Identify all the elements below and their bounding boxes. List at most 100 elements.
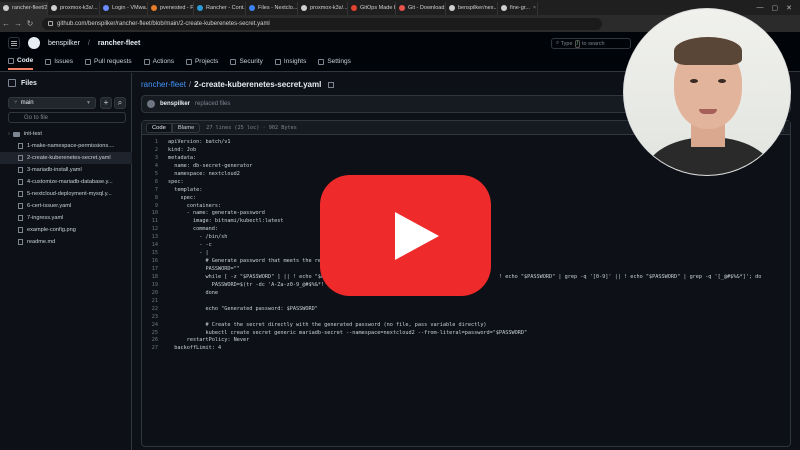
line-number[interactable]: 18 <box>142 274 168 282</box>
line-number[interactable]: 3 <box>142 155 168 163</box>
repo-owner-link[interactable]: benspilker <box>48 40 80 47</box>
commit-message[interactable]: replaced files <box>195 101 230 107</box>
file-icon <box>18 167 23 173</box>
line-number[interactable]: 7 <box>142 187 168 195</box>
browser-tab[interactable]: proxmox-k3s/...× <box>298 1 348 15</box>
line-number[interactable]: 5 <box>142 171 168 179</box>
tree-file[interactable]: 1-make-namespace-permissions.... <box>0 140 132 152</box>
tree-file[interactable]: 4-customize-mariadb-database.y... <box>0 176 132 188</box>
tab-pull-requests[interactable]: Pull requests <box>85 57 132 70</box>
line-number[interactable]: 26 <box>142 337 168 345</box>
line-text: spec: <box>168 194 197 201</box>
tree-file[interactable]: 5-nextcloud-deployment-mysql.y... <box>0 188 132 200</box>
copy-path-icon[interactable] <box>328 81 335 88</box>
browser-tab[interactable]: fine-gr... × <box>498 1 538 15</box>
browser-tab[interactable]: proxmox-k3s/...× <box>48 1 100 15</box>
line-number[interactable]: 4 <box>142 163 168 171</box>
line-number[interactable]: 19 <box>142 282 168 290</box>
tree-file[interactable]: 2-create-kuberenetes-secret.yaml <box>0 152 132 164</box>
tab-label: Pull requests <box>94 58 132 65</box>
line-number[interactable]: 22 <box>142 306 168 314</box>
line-number[interactable]: 25 <box>142 330 168 338</box>
tab-security[interactable]: Security <box>230 57 263 70</box>
presenter-hair <box>674 37 742 65</box>
tab-projects[interactable]: Projects <box>185 57 218 70</box>
tree-folder[interactable]: › init-test <box>0 128 132 140</box>
tree-item-label: readme.md <box>27 239 56 245</box>
tree-item-label: 5-nextcloud-deployment-mysql.y... <box>27 191 112 197</box>
line-number[interactable]: 24 <box>142 322 168 330</box>
avatar[interactable] <box>147 100 155 108</box>
line-number[interactable]: 8 <box>142 195 168 203</box>
line-number[interactable]: 11 <box>142 218 168 226</box>
line-number[interactable]: 23 <box>142 314 168 322</box>
line-number[interactable]: 9 <box>142 203 168 211</box>
play-icon <box>395 212 439 260</box>
forward-icon[interactable]: → <box>12 19 24 28</box>
back-icon[interactable]: ← <box>0 19 12 28</box>
video-play-button[interactable] <box>320 175 491 296</box>
line-number[interactable]: 20 <box>142 290 168 298</box>
tree-file[interactable]: example-config.png <box>0 224 132 236</box>
browser-tab[interactable]: rancher-fleet/2-c× <box>0 1 48 15</box>
site-info-icon[interactable] <box>48 21 53 26</box>
tab-favicon-icon <box>399 5 405 11</box>
tab-actions[interactable]: Actions <box>143 57 174 70</box>
browser-tab[interactable]: GitOps Made E...× <box>348 1 396 15</box>
browser-tab[interactable]: Git - Download...× <box>396 1 446 15</box>
search-shortcut-key: / <box>574 39 580 48</box>
browser-tab[interactable]: benspilker/nex...× <box>446 1 498 15</box>
commit-author[interactable]: benspilker <box>160 101 190 107</box>
line-number[interactable]: 21 <box>142 298 168 306</box>
browser-tab[interactable]: Files - Nextclo...× <box>246 1 298 15</box>
repo-name-link[interactable]: rancher-fleet <box>98 40 140 47</box>
line-number[interactable]: 17 <box>142 266 168 274</box>
tab-close-icon[interactable]: × <box>533 5 536 11</box>
search-input[interactable]: ⌕ Type / to search <box>551 38 631 49</box>
tab-label: proxmox-k3s/... <box>310 5 348 11</box>
line-number[interactable]: 12 <box>142 226 168 234</box>
tab-insights[interactable]: Insights <box>274 57 306 70</box>
line-text: command: <box>168 226 218 233</box>
line-number[interactable]: 2 <box>142 147 168 155</box>
file-path-breadcrumb: rancher-fleet / 2-create-kuberenetes-sec… <box>141 80 335 89</box>
search-files-button[interactable]: ⌕ <box>114 97 126 109</box>
tree-file[interactable]: 7-ingress.yaml <box>0 212 132 224</box>
reload-icon[interactable]: ↻ <box>24 19 36 28</box>
menu-icon[interactable] <box>8 37 20 49</box>
tab-code[interactable]: Code <box>8 57 34 70</box>
line-text: - -c <box>168 242 212 249</box>
branch-selector[interactable]: ⑂ main ▼ <box>8 97 96 109</box>
line-number[interactable]: 15 <box>142 250 168 258</box>
tab-settings[interactable]: Settings <box>318 57 351 70</box>
tab-issues[interactable]: Issues <box>45 57 73 70</box>
tree-file[interactable]: readme.md <box>0 236 132 248</box>
blame-view-toggle[interactable]: Blame <box>171 122 201 133</box>
tree-item-label: 3-mariadb-install.yaml <box>27 167 82 173</box>
line-number[interactable]: 6 <box>142 179 168 187</box>
line-number[interactable]: 13 <box>142 234 168 242</box>
tab-favicon-icon <box>351 5 357 11</box>
line-number[interactable]: 27 <box>142 345 168 353</box>
url-field[interactable]: github.com/benspilker/rancher-fleet/blob… <box>42 17 602 30</box>
go-to-file-input[interactable]: Go to file <box>8 112 126 123</box>
tree-file[interactable]: 6-cert-issuer.yaml <box>0 200 132 212</box>
github-logo-icon[interactable] <box>28 37 40 49</box>
line-number[interactable]: 1 <box>142 139 168 147</box>
browser-tab[interactable]: pvenested - P...× <box>148 1 194 15</box>
line-text: restartPolicy: Never <box>168 337 250 344</box>
path-repo-link[interactable]: rancher-fleet <box>141 80 186 89</box>
browser-tab[interactable]: Login - VMwa...× <box>100 1 148 15</box>
browser-tab[interactable]: Rancher - Cont...× <box>194 1 246 15</box>
line-number[interactable]: 16 <box>142 258 168 266</box>
line-text: metadata: <box>168 154 197 161</box>
line-number[interactable]: 14 <box>142 242 168 250</box>
add-file-button[interactable]: + <box>100 97 112 109</box>
collapse-panel-icon[interactable] <box>8 79 16 87</box>
chevron-right-icon[interactable]: › <box>8 131 10 137</box>
security-icon <box>230 58 237 65</box>
tree-file[interactable]: 3-mariadb-install.yaml <box>0 164 132 176</box>
code-view-toggle[interactable]: Code <box>146 122 172 133</box>
line-number[interactable]: 10 <box>142 210 168 218</box>
tab-favicon-icon <box>449 5 455 11</box>
